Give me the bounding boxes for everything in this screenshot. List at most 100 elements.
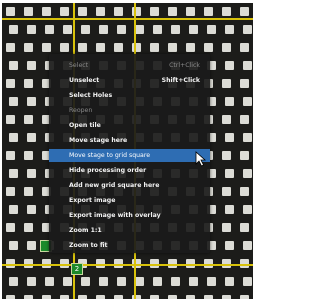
grid-hole (243, 25, 252, 34)
grid-hole (81, 25, 90, 34)
grid-hole (240, 115, 249, 124)
grid-hole (45, 25, 54, 34)
grid-hole (240, 187, 249, 196)
grid-hole (6, 223, 15, 232)
grid-hole (9, 241, 18, 250)
menu-item-export-image-with-overlay[interactable]: Export image with overlay (49, 209, 210, 222)
grid-hole (222, 7, 231, 16)
grid-hole (222, 43, 231, 52)
grid-hole (243, 205, 252, 214)
grid-hole (222, 223, 231, 232)
grid-hole (222, 187, 231, 196)
menu-item-reopen: Reopen (49, 104, 210, 117)
grid-hole (9, 133, 18, 142)
grid-hole (45, 277, 54, 286)
menu-item-label: Reopen (69, 107, 93, 114)
grid-hole (114, 7, 123, 16)
menu-item-label: Add new grid square here (69, 182, 160, 189)
grid-hole (78, 295, 87, 299)
grid-hole (42, 7, 51, 16)
grid-hole (24, 79, 33, 88)
menu-item-hide-processing-order[interactable]: Hide processing order (49, 164, 210, 177)
menu-item-label: Zoom 1:1 (69, 227, 102, 234)
grid-hole (63, 25, 72, 34)
menu-item-label: Export image with overlay (69, 212, 161, 219)
grid-hole (78, 7, 87, 16)
grid-line-horizontal (2, 18, 253, 20)
grid-hole (186, 7, 195, 16)
grid-hole (96, 295, 105, 299)
grid-square-marker[interactable]: 2 (71, 263, 83, 275)
menu-item-label: Move stage to grid square (69, 152, 151, 159)
grid-hole (24, 187, 33, 196)
grid-hole (207, 277, 216, 286)
grid-hole (114, 43, 123, 52)
menu-item-shortcut: Ctrl+Click (169, 62, 200, 69)
grid-hole (42, 295, 51, 299)
grid-hole (63, 277, 72, 286)
grid-hole (117, 277, 126, 286)
menu-item-open-tile[interactable]: Open tile (49, 119, 210, 132)
grid-hole (27, 205, 36, 214)
grid-hole (222, 79, 231, 88)
grid-hole (9, 61, 18, 70)
grid-hole (204, 7, 213, 16)
grid-hole (6, 151, 15, 160)
menu-item-export-image[interactable]: Export image (49, 194, 210, 207)
grid-hole (243, 277, 252, 286)
menu-item-zoom-1-1[interactable]: Zoom 1:1 (49, 224, 210, 237)
grid-hole (96, 43, 105, 52)
grid-square-number: 2 (74, 265, 80, 273)
grid-hole (240, 43, 249, 52)
grid-hole (9, 205, 18, 214)
grid-hole (27, 133, 36, 142)
grid-hole (222, 295, 231, 299)
grid-hole (114, 295, 123, 299)
grid-hole (240, 79, 249, 88)
grid-hole (6, 295, 15, 299)
grid-hole (171, 277, 180, 286)
grid-hole (135, 277, 144, 286)
grid-hole (24, 115, 33, 124)
grid-hole (150, 43, 159, 52)
grid-hole (24, 43, 33, 52)
grid-hole (225, 241, 234, 250)
grid-line-horizontal (2, 264, 253, 266)
grid-hole (24, 223, 33, 232)
grid-hole (189, 25, 198, 34)
grid-hole (60, 7, 69, 16)
grid-hole (6, 187, 15, 196)
grid-hole (243, 61, 252, 70)
grid-hole (222, 115, 231, 124)
grid-hole (207, 25, 216, 34)
grid-hole (9, 277, 18, 286)
menu-item-unselect[interactable]: Unselect Shift+Click (49, 74, 210, 87)
grid-hole (60, 43, 69, 52)
grid-hole (225, 169, 234, 178)
grid-hole (27, 169, 36, 178)
grid-hole (6, 43, 15, 52)
grid-hole (9, 97, 18, 106)
grid-hole (240, 7, 249, 16)
menu-item-move-stage-to-grid-square[interactable]: Move stage to grid square (49, 149, 210, 162)
menu-item-move-stage-here[interactable]: Move stage here (49, 134, 210, 147)
grid-hole (168, 7, 177, 16)
grid-hole (243, 241, 252, 250)
grid-hole (171, 25, 180, 34)
grid-hole (27, 61, 36, 70)
grid-hole (9, 25, 18, 34)
menu-item-label: Export image (69, 197, 116, 204)
menu-item-add-new-grid-square-here[interactable]: Add new grid square here (49, 179, 210, 192)
context-menu: Select Ctrl+Click Unselect Shift+Click Selec… (49, 54, 210, 253)
grid-hole (240, 151, 249, 160)
grid-hole (240, 223, 249, 232)
grid-hole (6, 115, 15, 124)
grid-hole (204, 43, 213, 52)
grid-hole (225, 205, 234, 214)
grid-hole (150, 295, 159, 299)
menu-item-label: Unselect (69, 77, 100, 84)
menu-item-select-holes[interactable]: Select Holes (49, 89, 210, 102)
grid-hole (27, 241, 36, 250)
menu-item-zoom-to-fit[interactable]: Zoom to fit (49, 239, 210, 252)
grid-hole (204, 295, 213, 299)
